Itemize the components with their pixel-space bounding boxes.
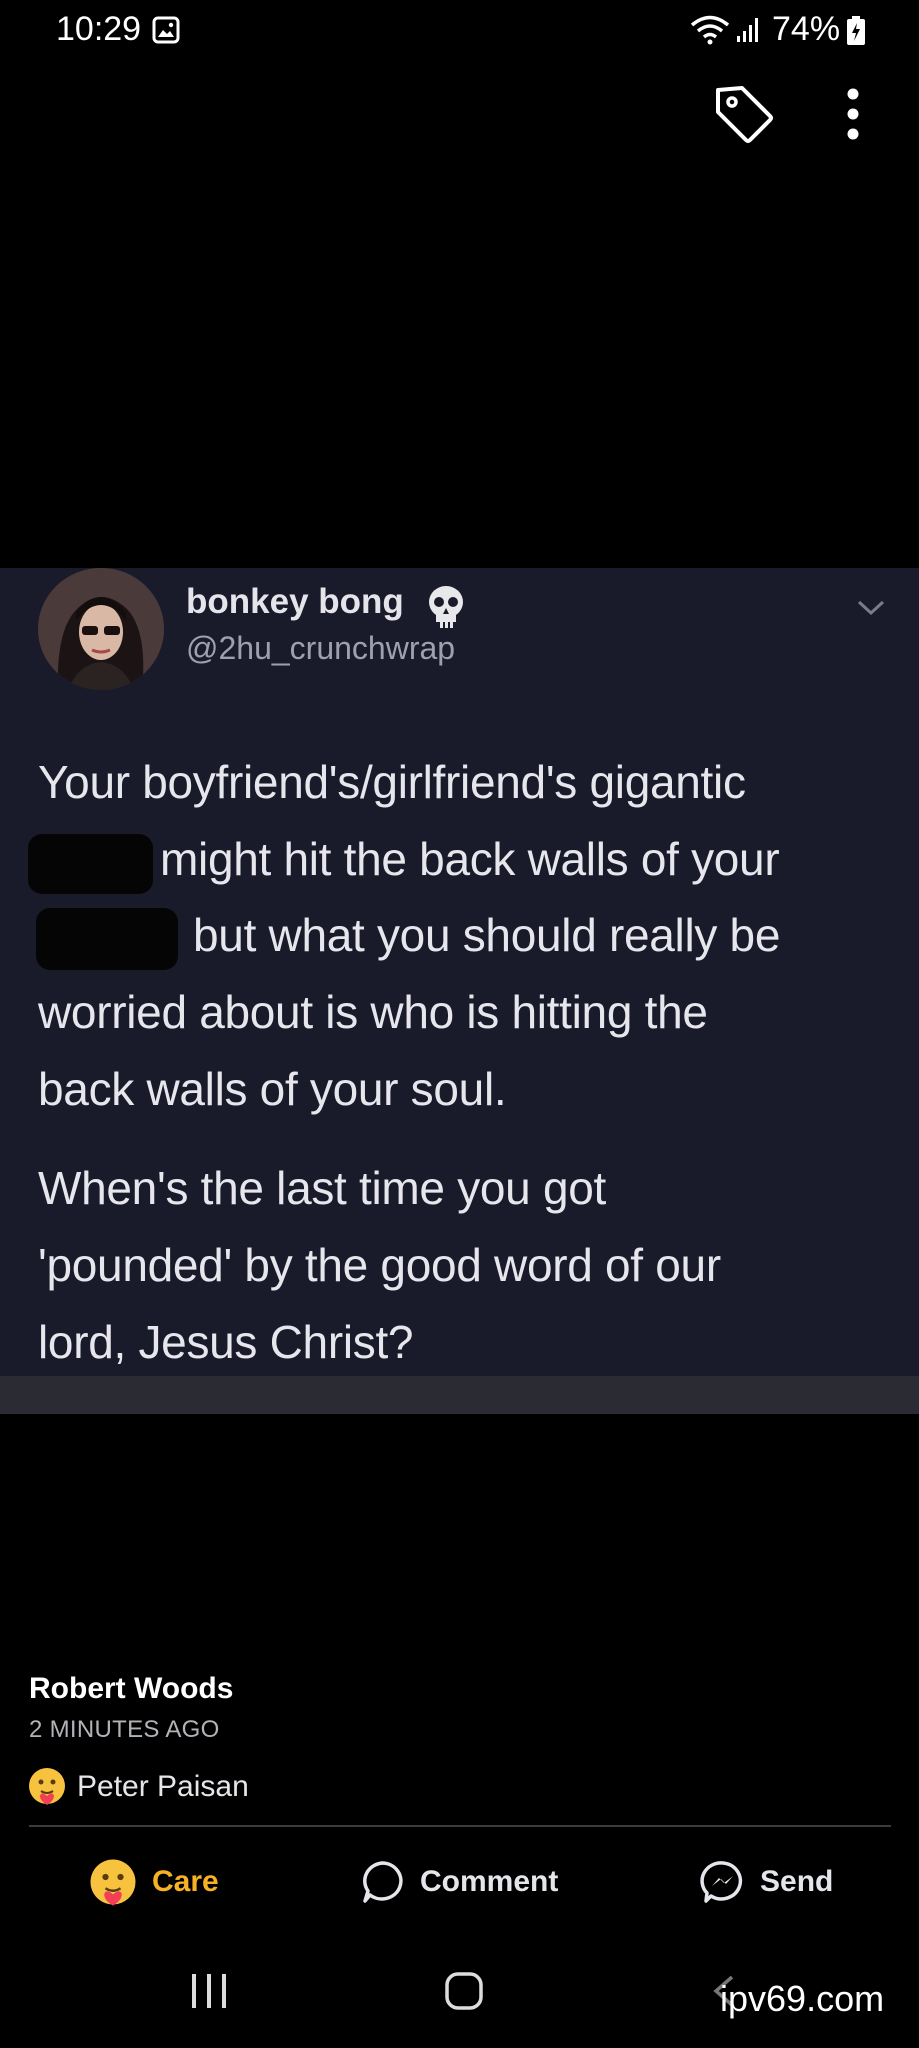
comment-label: Comment (420, 1865, 559, 1898)
divider (29, 1825, 891, 1827)
status-time: 10:29 (56, 10, 142, 48)
tweet-text-line: 'pounded' by the good word of our (38, 1239, 721, 1291)
post-timestamp: 2 MINUTES AGO (29, 1716, 220, 1743)
reactor-name[interactable]: Peter Paisan (77, 1770, 249, 1804)
home-icon[interactable] (444, 1971, 484, 2011)
tweet-text-line: When's the last time you got (38, 1162, 606, 1214)
tweet-text-line: worried about is who is hitting the (38, 986, 708, 1038)
tweet-display-name: bonkey bong (186, 582, 404, 621)
care-emoji-icon[interactable] (27, 1766, 67, 1806)
send-button[interactable]: Send (700, 1852, 833, 1912)
wifi-icon (690, 15, 730, 45)
post-author[interactable]: Robert Woods (29, 1672, 233, 1706)
battery-charging-icon (847, 16, 865, 45)
battery-percent: 74% (772, 10, 841, 48)
send-label: Send (760, 1865, 834, 1898)
chevron-down-icon (857, 600, 885, 616)
tweet-text-line: but what you should really be (193, 909, 781, 961)
messenger-icon (700, 1861, 743, 1903)
recent-apps-icon[interactable] (188, 1972, 230, 2010)
tweet-handle: @2hu_crunchwrap (186, 630, 456, 666)
tweet-text-line: Your boyfriend's/girlfriend's gigantic (38, 756, 746, 808)
skull-icon (429, 586, 463, 628)
post-image-strip (0, 1376, 919, 1414)
comment-button[interactable]: Comment (360, 1852, 558, 1912)
signal-icon (737, 18, 758, 42)
redaction-mark (28, 834, 153, 894)
care-emoji-icon (90, 1859, 136, 1906)
watermark: ipv69.com (720, 1978, 885, 2019)
more-options-icon[interactable] (842, 86, 864, 142)
status-bar: 10:29 74% (0, 0, 919, 62)
comment-icon (363, 1861, 403, 1903)
redaction-mark (36, 908, 178, 970)
tag-icon[interactable] (712, 82, 776, 146)
tweet-text-line: lord, Jesus Christ? (38, 1316, 414, 1368)
gallery-notification-icon (152, 16, 180, 44)
care-button[interactable]: Care (88, 1852, 219, 1912)
care-label: Care (152, 1865, 219, 1898)
avatar (38, 568, 164, 690)
tweet-text-line: might hit the back walls of your (160, 833, 780, 885)
tweet-text-line: back walls of your soul. (38, 1063, 507, 1115)
